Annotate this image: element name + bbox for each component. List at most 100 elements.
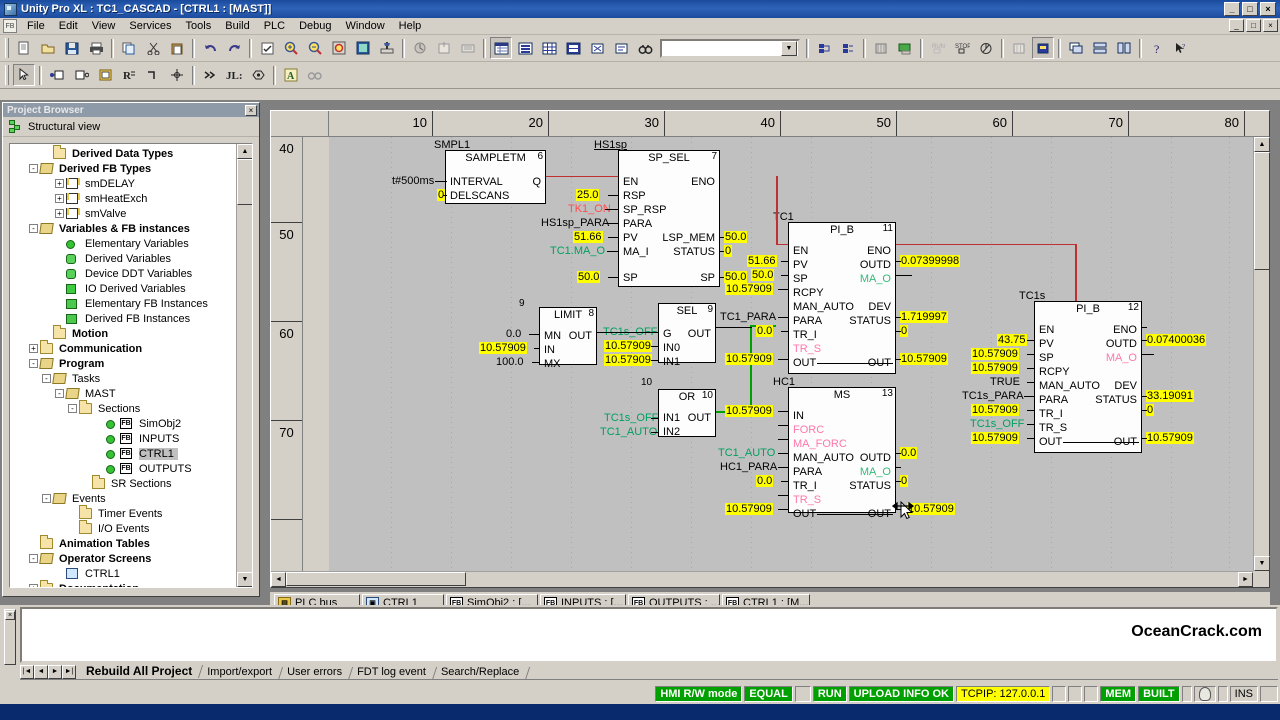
pin-ma-o[interactable]: MA_O [860, 273, 891, 285]
collapse-icon[interactable]: - [42, 494, 51, 503]
child-close-button[interactable]: × [1263, 19, 1278, 32]
document-system-icon[interactable]: FB [3, 19, 17, 33]
tree-item-animation-tables[interactable]: Animation Tables [10, 536, 236, 551]
context-help-button[interactable]: ? [1170, 37, 1192, 59]
tree-item-outputs[interactable]: FB OUTPUTS [10, 461, 236, 476]
tree-item-program[interactable]: - Program [10, 356, 236, 371]
editor-scroll-right-button[interactable]: ► [1238, 572, 1253, 587]
pin-lsp-mem[interactable]: LSP_MEM [662, 232, 715, 244]
pin-en[interactable]: EN [623, 176, 638, 188]
menu-edit[interactable]: Edit [52, 19, 85, 33]
comment-tool-button[interactable] [247, 64, 269, 86]
output-tab-fdt-log-event[interactable]: FDT log event [351, 666, 435, 679]
status-field-ins[interactable]: INS [1229, 686, 1258, 702]
pin-rsp[interactable]: RSP [623, 190, 646, 202]
search-replace-button[interactable] [610, 37, 632, 59]
pin-eno[interactable]: ENO [691, 176, 715, 188]
analyze-button[interactable] [256, 37, 278, 59]
pin-g[interactable]: G [663, 328, 672, 340]
editor-scroll-left-button[interactable]: ◄ [271, 572, 286, 587]
pin-ma-o[interactable]: MA_O [860, 466, 891, 478]
pin-para[interactable]: PARA [623, 218, 652, 230]
tree-item-derived-fb-instances[interactable]: Derived FB Instances [10, 311, 236, 326]
animation-table-button[interactable] [538, 37, 560, 59]
pin-in1[interactable]: IN1 [663, 356, 680, 368]
tree-item-ctrl1[interactable]: CTRL1 [10, 566, 236, 581]
output-tab-nav[interactable]: |◄ ◄ ► ►| [20, 665, 76, 679]
zoom-in-button[interactable] [280, 37, 302, 59]
pin-interval[interactable]: INTERVAL [450, 176, 503, 188]
status-field-hmi-r-w-mode[interactable]: HMI R/W mode [655, 686, 743, 702]
block-pi-b-tc1s[interactable]: PI_B 12 EN PV SP RCPY MAN_AUTO PARA TR_I… [1034, 301, 1142, 453]
block-sp-sel[interactable]: SP_SEL 7 EN RSP SP_RSP PARA PV MA_I SP E… [618, 150, 720, 287]
block-ms-hc1[interactable]: MS 13 IN FORC MA_FORC MAN_AUTO PARA TR_I… [788, 387, 896, 520]
zoom-out-button[interactable] [304, 37, 326, 59]
menu-tools[interactable]: Tools [179, 19, 219, 33]
fb-output-tool-button[interactable] [70, 64, 92, 86]
expand-icon[interactable]: + [29, 344, 38, 353]
output-tabs[interactable]: |◄ ◄ ► ►| Rebuild All Project Import/expo… [20, 663, 1278, 680]
tab-next-button[interactable]: ► [48, 665, 62, 679]
pin-en[interactable]: EN [1039, 324, 1054, 336]
redo-button[interactable] [223, 37, 245, 59]
pin-dev[interactable]: DEV [1114, 380, 1137, 392]
link-tool-button[interactable] [142, 64, 164, 86]
maximize-button[interactable]: □ [1242, 2, 1258, 16]
pin-status[interactable]: STATUS [1095, 394, 1137, 406]
pin-out[interactable]: OUT [688, 328, 711, 340]
pin-in[interactable]: IN [544, 344, 555, 356]
pin-outd[interactable]: OUTD [1106, 338, 1137, 350]
output-window-grip[interactable]: × [4, 609, 16, 665]
pin-out[interactable]: OUT [688, 412, 711, 424]
pin-ma-forc[interactable]: MA_FORC [793, 438, 847, 450]
tree-item-smvalve[interactable]: + smValve [10, 206, 236, 221]
tab-first-button[interactable]: |◄ [20, 665, 34, 679]
tree-item-elementary-fb-instances[interactable]: Elementary FB Instances [10, 296, 236, 311]
instance-selector-combo[interactable]: ▼ [660, 38, 800, 58]
pin-delscans[interactable]: DELSCANS [450, 190, 509, 202]
jump-tool-button[interactable] [199, 64, 221, 86]
block-limit[interactable]: LIMIT 8 MN IN MX OUT [539, 307, 597, 370]
pin-man-auto[interactable]: MAN_AUTO [1039, 380, 1100, 392]
build-changes-button[interactable] [376, 37, 398, 59]
menu-help[interactable]: Help [392, 19, 429, 33]
find-binoculars-button[interactable] [634, 37, 656, 59]
output-log-area[interactable]: OceanCrack.com [20, 607, 1278, 663]
pin-outd[interactable]: OUTD [860, 452, 891, 464]
close-button[interactable]: × [1260, 2, 1276, 16]
tile-horizontal-button[interactable] [1089, 37, 1111, 59]
help-button[interactable]: ? [1146, 37, 1168, 59]
run-button[interactable]: RUN [927, 37, 949, 59]
disconnect-plc-button[interactable] [837, 37, 859, 59]
pin-en[interactable]: EN [793, 245, 808, 257]
print-button[interactable] [85, 37, 107, 59]
scroll-up-button[interactable]: ▲ [237, 144, 252, 159]
pin-ma-o[interactable]: MA_O [1106, 352, 1137, 364]
menu-debug[interactable]: Debug [292, 19, 338, 33]
rebuild-all-button[interactable] [409, 37, 431, 59]
tree-item-io-derived-variables[interactable]: IO Derived Variables [10, 281, 236, 296]
zoom-region-button[interactable] [328, 37, 350, 59]
pin-man-auto[interactable]: MAN_AUTO [793, 301, 854, 313]
tree-item-derived-fb-types[interactable]: - Derived FB Types [10, 161, 236, 176]
tree-item-motion[interactable]: Motion [10, 326, 236, 341]
tree-item-mast[interactable]: - MAST [10, 386, 236, 401]
pin-in[interactable]: IN [793, 410, 804, 422]
save-project-button[interactable] [61, 37, 83, 59]
editor-scroll-up-button[interactable]: ▲ [1254, 137, 1270, 152]
pin-rcpy[interactable]: RCPY [1039, 366, 1070, 378]
tree-item-smdelay[interactable]: + smDELAY [10, 176, 236, 191]
expand-icon[interactable]: + [29, 584, 38, 587]
select-tool-button[interactable] [13, 64, 35, 86]
new-project-button[interactable] [13, 37, 35, 59]
pin-sp[interactable]: SP [1039, 352, 1054, 364]
expand-icon[interactable]: + [55, 194, 64, 203]
operator-screen-button[interactable] [562, 37, 584, 59]
tree-item-inputs[interactable]: FB INPUTS [10, 431, 236, 446]
paste-button[interactable] [166, 37, 188, 59]
editor-horizontal-scrollbar[interactable]: ◄ ► [271, 571, 1253, 587]
status-field-tcpip-127-0-0-1[interactable]: TCPIP: 127.0.0.1 [956, 686, 1051, 702]
pin-mn[interactable]: MN [544, 330, 561, 342]
pin-out-in[interactable]: OUT [793, 357, 816, 369]
expand-icon[interactable]: + [55, 209, 64, 218]
